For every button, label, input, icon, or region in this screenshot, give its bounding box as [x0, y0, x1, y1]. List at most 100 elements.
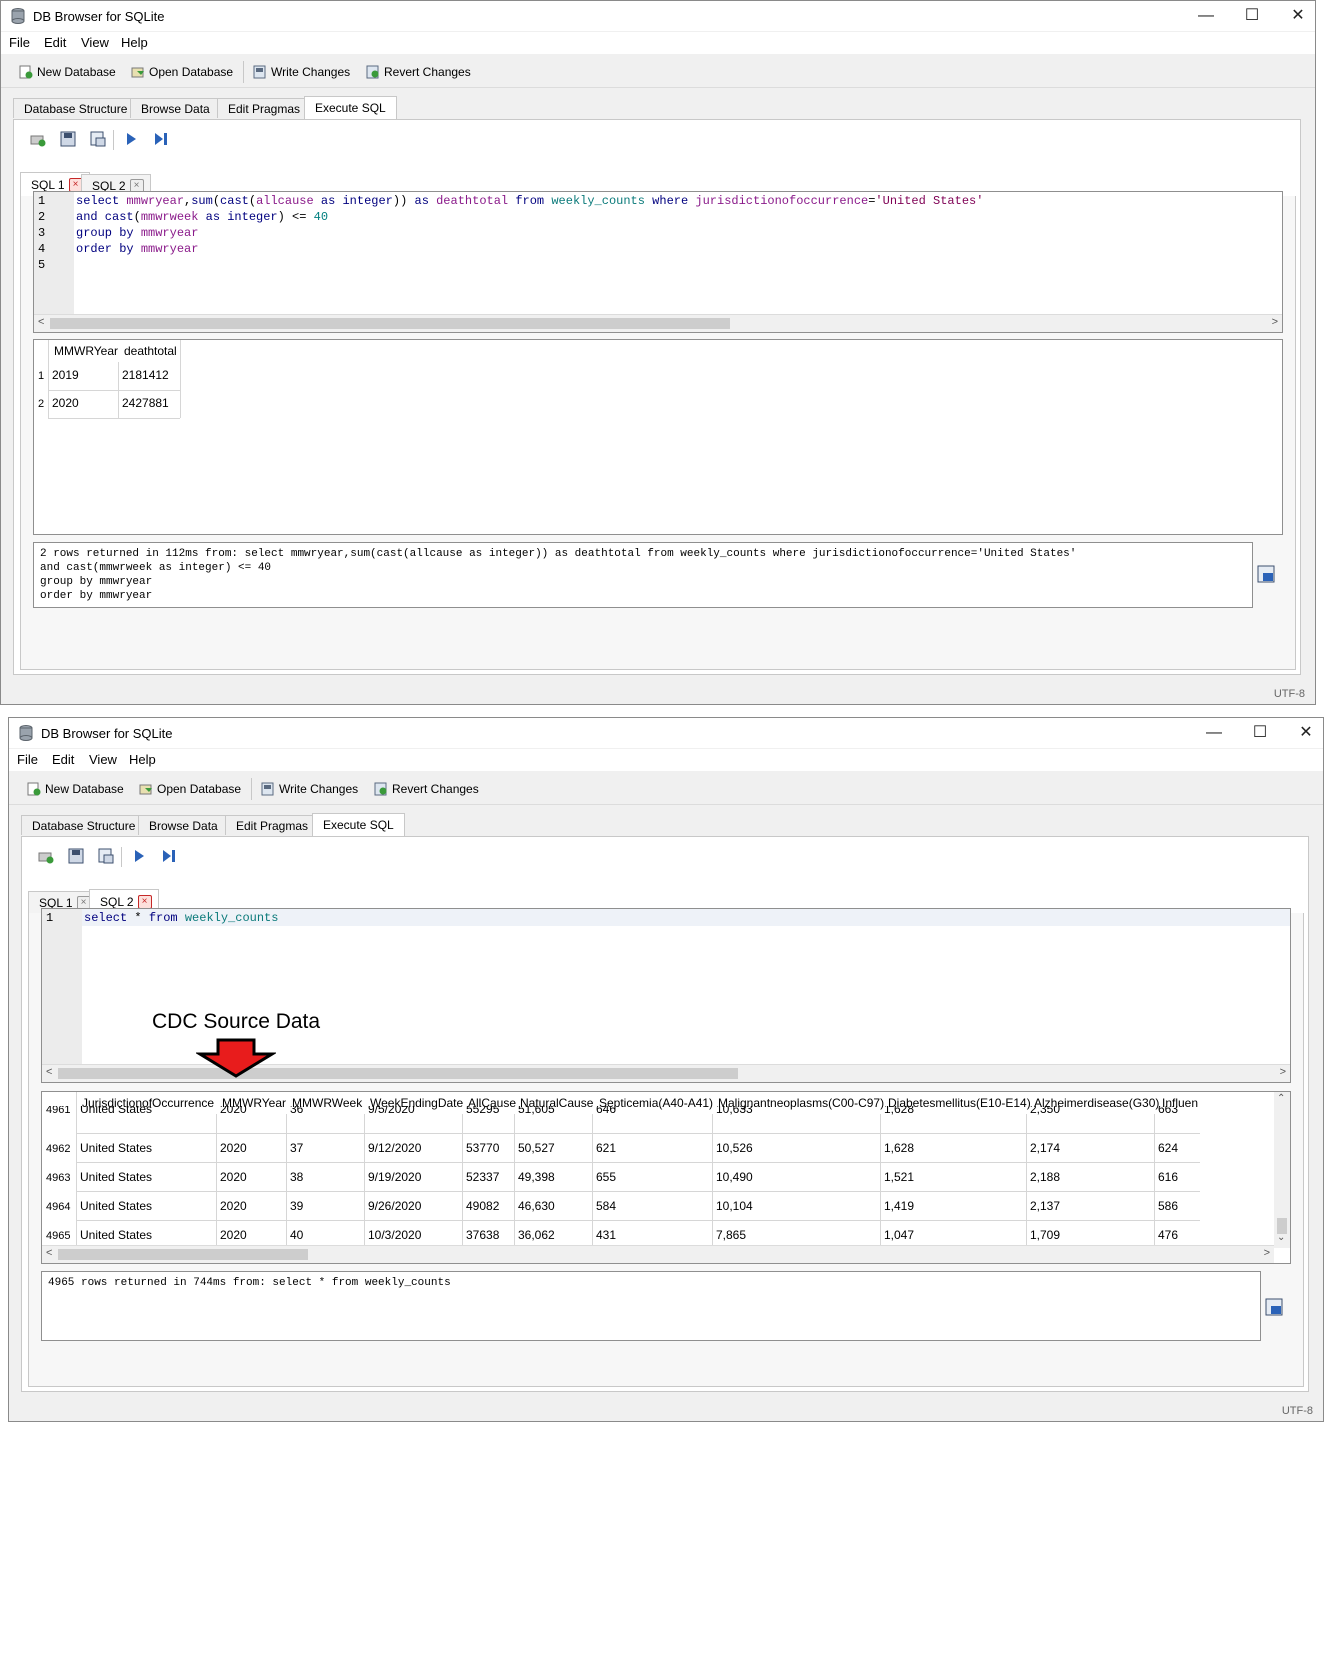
revert-changes-button[interactable]: Revert Changes [374, 780, 479, 798]
close-button[interactable]: ✕ [1291, 722, 1321, 744]
execute-all-icon[interactable] [122, 130, 140, 148]
table-cell[interactable]: 7,865 [716, 1228, 746, 1242]
table-cell[interactable]: 655 [596, 1170, 616, 1184]
column-header-deathtotal[interactable]: deathtotal [124, 340, 177, 362]
table-cell[interactable]: 2,137 [1030, 1199, 1060, 1213]
table-cell[interactable]: 1,521 [884, 1170, 914, 1184]
scrollbar-thumb[interactable] [58, 1249, 308, 1260]
menu-file[interactable]: File [9, 35, 30, 50]
table-cell[interactable]: United States [80, 1199, 152, 1213]
table-cell[interactable]: 2020 [220, 1228, 247, 1242]
table-cell[interactable]: 2019 [52, 368, 79, 382]
table-cell[interactable]: United States [80, 1170, 152, 1184]
table-cell[interactable]: 52337 [466, 1170, 499, 1184]
save-results-icon[interactable] [89, 130, 107, 148]
table-cell[interactable]: 476 [1158, 1228, 1178, 1242]
write-changes-button[interactable]: Write Changes [253, 63, 350, 81]
scroll-right-icon[interactable]: > [1280, 1066, 1286, 1078]
table-cell[interactable]: 1,419 [884, 1199, 914, 1213]
save-message-icon[interactable] [1265, 1298, 1283, 1316]
horizontal-scrollbar[interactable]: < > [42, 1245, 1274, 1263]
open-database-button[interactable]: Open Database [131, 63, 233, 81]
maximize-button[interactable]: ☐ [1237, 5, 1267, 27]
table-cell[interactable]: United States [80, 1141, 152, 1155]
table-cell[interactable]: 2020 [220, 1170, 247, 1184]
table-cell[interactable]: 10,526 [716, 1141, 753, 1155]
execute-line-icon[interactable] [160, 847, 178, 865]
table-cell[interactable]: 1,628 [884, 1106, 914, 1116]
new-database-button[interactable]: New Database [19, 63, 116, 81]
tab-execute-sql[interactable]: Execute SQL [304, 96, 397, 120]
save-sql-icon[interactable] [67, 847, 85, 865]
table-cell[interactable]: 9/26/2020 [368, 1199, 421, 1213]
tab-database-structure[interactable]: Database Structure [13, 98, 139, 118]
table-cell[interactable]: 663 [1158, 1106, 1178, 1116]
revert-changes-button[interactable]: Revert Changes [366, 63, 471, 81]
menu-file[interactable]: File [17, 752, 38, 767]
table-cell[interactable]: 646 [596, 1106, 616, 1116]
tab-database-structure[interactable]: Database Structure [21, 815, 147, 835]
table-cell[interactable]: 2020 [220, 1106, 247, 1116]
table-cell[interactable]: 2427881 [122, 396, 169, 410]
table-cell[interactable]: United States [80, 1228, 152, 1242]
table-cell[interactable]: 584 [596, 1199, 616, 1213]
table-cell[interactable]: 53770 [466, 1141, 499, 1155]
table-cell[interactable]: 10,490 [716, 1170, 753, 1184]
table-cell[interactable]: 431 [596, 1228, 616, 1242]
table-cell[interactable]: 9/5/2020 [368, 1106, 415, 1116]
table-cell[interactable]: 624 [1158, 1141, 1178, 1155]
table-cell[interactable]: 36,062 [518, 1228, 555, 1242]
new-database-button[interactable]: New Database [27, 780, 124, 798]
table-cell[interactable]: 2020 [220, 1141, 247, 1155]
table-cell[interactable]: 10/3/2020 [368, 1228, 421, 1242]
scroll-right-icon[interactable]: > [1272, 316, 1278, 328]
table-cell[interactable]: 49082 [466, 1199, 499, 1213]
table-cell[interactable]: 55295 [466, 1106, 499, 1116]
table-cell[interactable]: 586 [1158, 1199, 1178, 1213]
table-cell[interactable]: 37 [290, 1141, 303, 1155]
minimize-button[interactable]: — [1199, 722, 1229, 744]
scroll-down-icon[interactable]: ⌄ [1277, 1232, 1285, 1243]
tab-browse-data[interactable]: Browse Data [130, 98, 221, 118]
execute-line-icon[interactable] [152, 130, 170, 148]
table-cell[interactable]: 621 [596, 1141, 616, 1155]
table-cell[interactable]: 36 [290, 1106, 303, 1116]
sql-editor[interactable]: 1 select mmwryear,sum(cast(allcause as in… [33, 191, 1283, 333]
save-results-icon[interactable] [97, 847, 115, 865]
save-message-icon[interactable] [1257, 565, 1275, 583]
table-cell[interactable]: 38 [290, 1170, 303, 1184]
scroll-left-icon[interactable]: < [46, 1247, 52, 1259]
tab-browse-data[interactable]: Browse Data [138, 815, 229, 835]
execute-all-icon[interactable] [130, 847, 148, 865]
vertical-scrollbar[interactable]: ⌃ ⌄ [1274, 1092, 1290, 1248]
table-cell[interactable]: United States [80, 1106, 152, 1116]
table-cell[interactable]: 10,104 [716, 1199, 753, 1213]
table-cell[interactable]: 50,527 [518, 1141, 555, 1155]
tab-execute-sql[interactable]: Execute SQL [312, 813, 405, 837]
menu-help[interactable]: Help [121, 35, 148, 50]
table-cell[interactable]: 2181412 [122, 368, 169, 382]
table-cell[interactable]: 2,350 [1030, 1106, 1060, 1116]
table-cell[interactable]: 2020 [220, 1199, 247, 1213]
table-cell[interactable]: 1,709 [1030, 1228, 1060, 1242]
horizontal-scrollbar[interactable]: < > [34, 314, 1282, 332]
close-tab-icon[interactable]: × [137, 894, 152, 909]
open-database-button[interactable]: Open Database [139, 780, 241, 798]
minimize-button[interactable]: — [1191, 5, 1221, 27]
scroll-left-icon[interactable]: < [38, 316, 44, 328]
table-cell[interactable]: 2,174 [1030, 1141, 1060, 1155]
column-header-mmwryear[interactable]: MMWRYear [54, 340, 118, 362]
table-cell[interactable]: 49,398 [518, 1170, 555, 1184]
maximize-button[interactable]: ☐ [1245, 722, 1275, 744]
table-cell[interactable]: 1,628 [884, 1141, 914, 1155]
table-cell[interactable]: 9/19/2020 [368, 1170, 421, 1184]
close-button[interactable]: ✕ [1283, 5, 1313, 27]
open-tab-icon[interactable] [37, 847, 55, 865]
save-sql-icon[interactable] [59, 130, 77, 148]
table-cell[interactable]: 9/12/2020 [368, 1141, 421, 1155]
scrollbar-thumb[interactable] [58, 1068, 738, 1079]
table-cell[interactable]: 10,633 [716, 1106, 753, 1116]
menu-edit[interactable]: Edit [44, 35, 66, 50]
scroll-left-icon[interactable]: < [46, 1066, 52, 1078]
table-cell[interactable]: 1,047 [884, 1228, 914, 1242]
